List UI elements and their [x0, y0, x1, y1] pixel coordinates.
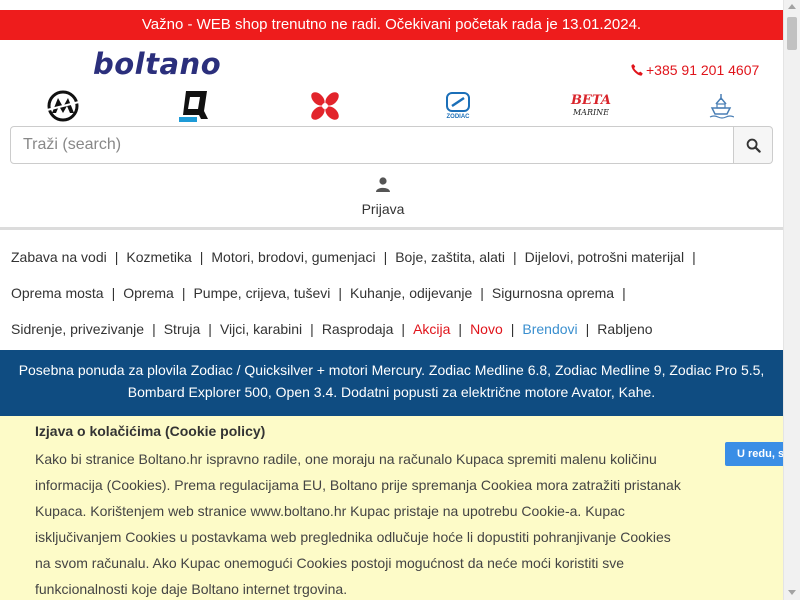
nav-separator: |	[338, 285, 343, 301]
nav-row: Sidrenje, privezivanje | Struja | Vijci, kar…	[11, 312, 781, 348]
scroll-down-arrow-icon[interactable]	[788, 590, 796, 595]
boat-brand-link[interactable]	[703, 88, 739, 124]
nav-link-boje-zaštita-alati[interactable]: Boje, zaštita, alati	[395, 249, 505, 265]
nav-separator: |	[510, 321, 515, 337]
cookie-text-line: funkcionalnosti koje daje Boltano intern…	[35, 581, 348, 597]
header-divider	[0, 227, 783, 230]
propeller-icon	[311, 92, 339, 120]
nav-link-kozmetika[interactable]: Kozmetika	[126, 249, 191, 265]
mercury-logo-icon	[46, 90, 80, 122]
nav-separator: |	[199, 249, 204, 265]
nav-link-motori-brodovi-gumenjaci[interactable]: Motori, brodovi, gumenjaci	[211, 249, 375, 265]
beta-label: BETA	[571, 93, 611, 108]
nav-separator: |	[401, 321, 406, 337]
nav-separator: |	[208, 321, 212, 337]
mercury-brand-link[interactable]	[43, 88, 83, 124]
nav-link-zabava-na-vodi[interactable]: Zabava na vodi	[11, 249, 107, 265]
brand-logo-bar: ZODIAC BETA MARINE	[0, 88, 783, 124]
nav-separator: |	[480, 285, 484, 301]
nav-link-vijci-karabini[interactable]: Vijci, karabini	[220, 321, 302, 337]
cookie-text-line: Kako bi stranice Boltano.hr ispravno rad…	[35, 451, 657, 467]
cookie-text-line: na svom računalu. Ako Kupac onemogući Co…	[35, 555, 625, 571]
quicksilver-brand-link[interactable]	[175, 88, 213, 124]
logo-text: boltano	[93, 47, 222, 81]
nav-separator: |	[310, 321, 314, 337]
user-icon	[376, 177, 390, 192]
zodiac-logo-icon	[446, 92, 470, 112]
nav-link-rabljeno[interactable]: Rabljeno	[597, 321, 652, 337]
nav-link-sigurnosna-oprema[interactable]: Sigurnosna oprema	[492, 285, 614, 301]
vertical-scrollbar[interactable]	[783, 0, 800, 600]
page-viewport: Važno - WEB shop trenutno ne radi. Očeki…	[0, 0, 783, 600]
scroll-up-arrow-icon[interactable]	[788, 4, 796, 9]
nav-separator: |	[181, 285, 186, 301]
nav-separator: |	[114, 249, 119, 265]
nav-link-sidrenje-privezivanje[interactable]: Sidrenje, privezivanje	[11, 321, 144, 337]
search-icon	[746, 138, 761, 153]
zodiac-label: ZODIAC	[446, 114, 470, 120]
nav-link-kuhanje-odijevanje[interactable]: Kuhanje, odijevanje	[350, 285, 472, 301]
notice-text: Važno - WEB shop trenutno ne radi. Očeki…	[141, 16, 642, 33]
promo-line-2: Bombard Explorer 500, Open 3.4. Dodatni …	[127, 384, 656, 400]
cookie-text-line: Kupaca. Korištenjem web stranice www.bol…	[35, 503, 625, 519]
cookie-title: Izjava o kolačićima (Cookie policy)	[35, 423, 266, 439]
cookie-consent-banner: Izjava o kolačićima (Cookie policy) Kako…	[0, 416, 783, 600]
boltano-logo[interactable]: boltano	[93, 48, 233, 80]
nav-link-brendovi[interactable]: Brendovi	[522, 321, 577, 337]
nav-link-oprema-mosta[interactable]: Oprema mosta	[11, 285, 104, 301]
category-nav: Zabava na vodi | Kozmetika | Motori, brodovi…	[11, 240, 781, 348]
shop-closed-notice: Važno - WEB shop trenutno ne radi. Očeki…	[0, 10, 783, 40]
search-bar	[10, 126, 773, 164]
nav-separator: |	[111, 285, 116, 301]
quicksilver-logo-icon	[179, 91, 208, 122]
nav-separator: |	[585, 321, 590, 337]
nav-row: Zabava na vodi | Kozmetika | Motori, brodovi…	[11, 240, 781, 276]
phone-contact[interactable]: +385 91 201 4607	[630, 62, 759, 78]
nav-link-oprema[interactable]: Oprema	[123, 285, 174, 301]
promo-banner[interactable]: Posebna ponuda za plovila Zodiac / Quick…	[0, 350, 783, 416]
search-button[interactable]	[734, 126, 773, 164]
nav-separator: |	[512, 249, 517, 265]
nav-link-novo[interactable]: Novo	[470, 321, 503, 337]
cookie-accept-button[interactable]: U redu, s	[725, 442, 783, 466]
propeller-brand-link[interactable]	[306, 88, 344, 124]
beta-marine-brand-link[interactable]: BETA MARINE	[570, 88, 612, 124]
login-label: Prijava	[361, 201, 405, 217]
zodiac-brand-link[interactable]: ZODIAC	[436, 88, 480, 124]
search-input[interactable]	[10, 126, 734, 164]
cookie-text-line: isključivanjem Cookies u postavkama web …	[35, 529, 671, 545]
nav-separator: |	[458, 321, 463, 337]
nav-separator: |	[692, 249, 696, 265]
nav-link-akcija[interactable]: Akcija	[413, 321, 450, 337]
marine-label: MARINE	[572, 108, 609, 117]
nav-row: Oprema mosta | Oprema | Pumpe, crijeva, tuše…	[11, 276, 781, 312]
nav-link-pumpe-crijeva-tuševi[interactable]: Pumpe, crijeva, tuševi	[193, 285, 330, 301]
nav-link-struja[interactable]: Struja	[164, 321, 201, 337]
nav-link-dijelovi-potrošni-materijal[interactable]: Dijelovi, potrošni materijal	[525, 249, 685, 265]
boat-icon	[709, 94, 734, 119]
phone-icon	[631, 64, 643, 76]
cookie-text-line: informacija (Cookies). Prema regulacijam…	[35, 477, 681, 493]
nav-link-rasprodaja[interactable]: Rasprodaja	[322, 321, 394, 337]
nav-separator: |	[383, 249, 388, 265]
beta-marine-logo-icon: BETA MARINE	[571, 94, 611, 118]
nav-separator: |	[622, 285, 626, 301]
cookie-text: Kako bi stranice Boltano.hr ispravno rad…	[35, 446, 685, 600]
login-link[interactable]: Prijava	[333, 176, 433, 217]
phone-number: +385 91 201 4607	[646, 62, 760, 78]
nav-separator: |	[152, 321, 156, 337]
promo-line-1: Posebna ponuda za plovila Zodiac / Quick…	[18, 362, 765, 378]
scrollbar-thumb[interactable]	[787, 17, 797, 50]
